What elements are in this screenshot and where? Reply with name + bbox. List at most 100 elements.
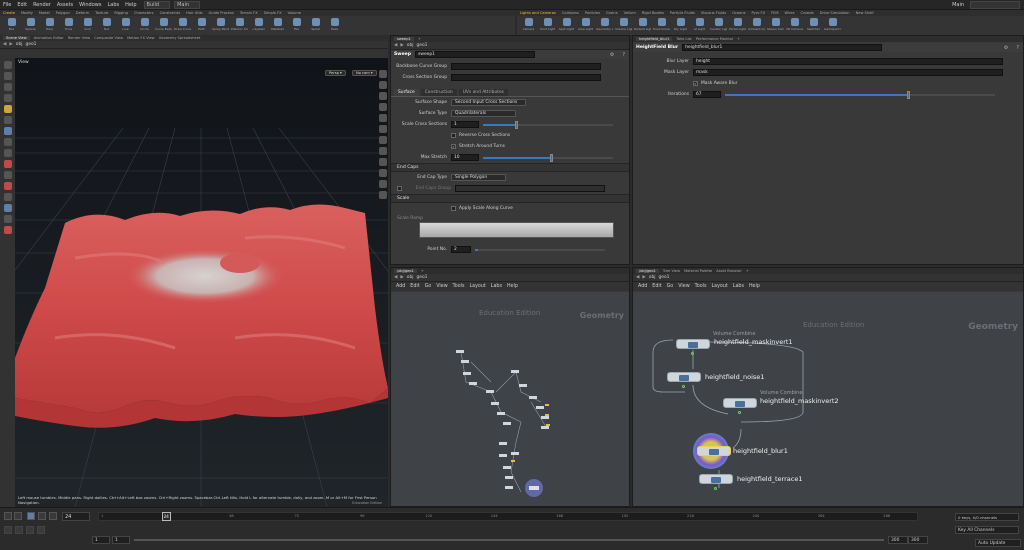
menu-layout[interactable]: Layout [469,284,485,289]
tool-platonic-solids[interactable]: Platonic Solids [231,16,248,31]
tab-composite-view[interactable]: Composite View [94,36,123,40]
tool-gi-light[interactable]: GI Light [691,16,708,31]
menu-edit[interactable]: Edit [14,2,30,8]
tab-take-list[interactable]: Take List [676,37,691,41]
uv-icon[interactable] [379,180,387,188]
timeline-ruler[interactable]: 24 1 24 48 72 96 120 144 168 192 216 240 264 288 [98,512,918,521]
tool-spiral[interactable]: Spiral [307,16,324,31]
gear-icon[interactable]: ⚙ [610,52,614,58]
tab-animation-editor[interactable]: Animation Editor [34,36,64,40]
max-stretch-field[interactable]: 10 [451,154,479,161]
start-frame-field-2[interactable]: 1 [112,536,130,544]
mask-layer-field[interactable]: mask [693,69,1003,76]
tab-obj-geo1[interactable]: /obj/geo1 [394,269,417,273]
help-icon[interactable]: ? [1016,45,1019,51]
menu-go[interactable]: Go [425,284,432,289]
first-frame-icon[interactable] [4,512,12,520]
handle-tool-icon[interactable] [3,105,12,113]
menu-help[interactable]: Help [507,284,518,289]
tool-draw-curve[interactable]: Draw Curve [174,16,191,31]
shelf-tab-guide-process[interactable]: Guide Process [209,11,234,15]
point-no-slider[interactable] [475,248,605,251]
shelf-tab-rigging[interactable]: Rigging [114,11,128,15]
back-arrow-icon[interactable]: ◀ [636,275,639,280]
pose-tool-icon[interactable] [3,116,12,124]
build-desktop-dropdown[interactable]: Build [143,0,171,9]
menu-labs[interactable]: Labs [491,284,502,289]
node-box[interactable] [667,372,701,382]
tool-stereo-camera[interactable]: Stereo Camera [767,16,784,31]
play-icon[interactable] [38,512,46,520]
wireframe-icon[interactable] [379,92,387,100]
shelf-tab-volume[interactable]: Volume [288,11,301,15]
persp-dropdown[interactable]: Persp ▾ [325,70,346,76]
tool-torus[interactable]: Torus [60,16,77,31]
search-field[interactable] [970,1,1020,9]
path-obj[interactable]: obj [407,43,414,48]
scale-ramp-graph[interactable] [419,222,614,238]
apply-scale-checkbox[interactable] [451,206,456,211]
network-canvas[interactable]: Education Edition Geometry [391,292,629,506]
shelf-tab-modify[interactable]: Modify [21,11,33,15]
forward-arrow-icon[interactable]: ▶ [9,42,12,47]
iterations-slider[interactable] [725,90,995,99]
keys-icon[interactable] [26,526,34,534]
shelf-tab-oceans[interactable]: Oceans [732,11,745,15]
shelf-tab-deform[interactable]: Deform [76,11,89,15]
shelf-tab-model[interactable]: Model [39,11,50,15]
select-tool-icon[interactable] [3,61,12,69]
surface-shape-dropdown[interactable]: Second Input Cross Sections [451,99,526,106]
menu-edit[interactable]: Edit [410,284,419,289]
tool-helix[interactable]: Helix [326,16,343,31]
end-caps-group-field[interactable] [455,185,605,192]
menu-help[interactable]: Help [122,2,139,8]
tab-scene-view[interactable]: Scene View [3,36,30,40]
grid-tool-icon[interactable] [3,171,12,179]
guides-icon[interactable] [379,125,387,133]
shelf-tab-simple-fx[interactable]: Simple FX [264,11,282,15]
stop-tool-icon[interactable] [3,226,12,234]
back-arrow-icon[interactable]: ◀ [394,43,397,48]
menu-view[interactable]: View [436,284,447,289]
normals-icon[interactable] [379,147,387,155]
shelf-tab-terrain-fx[interactable]: Terrain FX [240,11,258,15]
tab-asset-browser[interactable]: Asset Browser [716,269,742,273]
help-icon[interactable]: ? [622,52,625,58]
scale-section[interactable]: Scale [391,194,629,203]
shelf-tab-pyro-fx[interactable]: Pyro FX [752,11,766,15]
iterations-field[interactable]: 67 [693,91,721,98]
magnet-tool-icon[interactable] [3,149,12,157]
primitive-numbers-icon[interactable] [379,158,387,166]
tool-sphere[interactable]: Sphere [22,16,39,31]
shelf-tab-rigid-bodies[interactable]: Rigid Bodies [642,11,664,15]
scene-viewport[interactable]: View Persp ▾ No cam ▾ Left mouse tumbles… [15,58,388,507]
background-icon[interactable] [379,114,387,122]
rotate-tool-icon[interactable] [3,83,12,91]
path-geo[interactable]: geo1 [416,43,427,48]
mask-blur-checkbox[interactable]: ✓ [693,81,698,86]
tool-metaball[interactable]: Metaball [269,16,286,31]
path-geo[interactable]: geo1 [25,42,36,47]
end-caps-group-checkbox[interactable] [397,186,402,191]
menu-render[interactable]: Render [30,2,54,8]
forward-arrow-icon[interactable]: ▶ [400,275,403,280]
path-geo[interactable]: geo1 [658,275,669,280]
shelf-tab-crowds[interactable]: Crowds [801,11,814,15]
stop-icon[interactable] [27,512,35,520]
node-box[interactable] [676,339,710,349]
tool-line[interactable]: Line [117,16,134,31]
menu-tools[interactable]: Tools [453,284,465,289]
end-cap-type-dropdown[interactable]: Single Polygon [451,174,506,181]
current-frame-field[interactable]: 24 [62,512,90,521]
tool-vr-camera[interactable]: VR Camera [786,16,803,31]
menu-file[interactable]: File [0,2,14,8]
tool-gamepad-camera[interactable]: Gamepad Camera [824,16,841,31]
shelf-tab-wires[interactable]: Wires [785,11,795,15]
max-stretch-slider[interactable] [483,153,613,162]
path-geo[interactable]: geo1 [416,275,427,280]
tool-sky-light[interactable]: Sky Light [672,16,689,31]
display-options-icon[interactable] [379,70,387,78]
light-tool-icon[interactable] [3,215,12,223]
forward-arrow-icon[interactable]: ▶ [642,275,645,280]
gear-icon[interactable]: ⚙ [1004,45,1008,51]
